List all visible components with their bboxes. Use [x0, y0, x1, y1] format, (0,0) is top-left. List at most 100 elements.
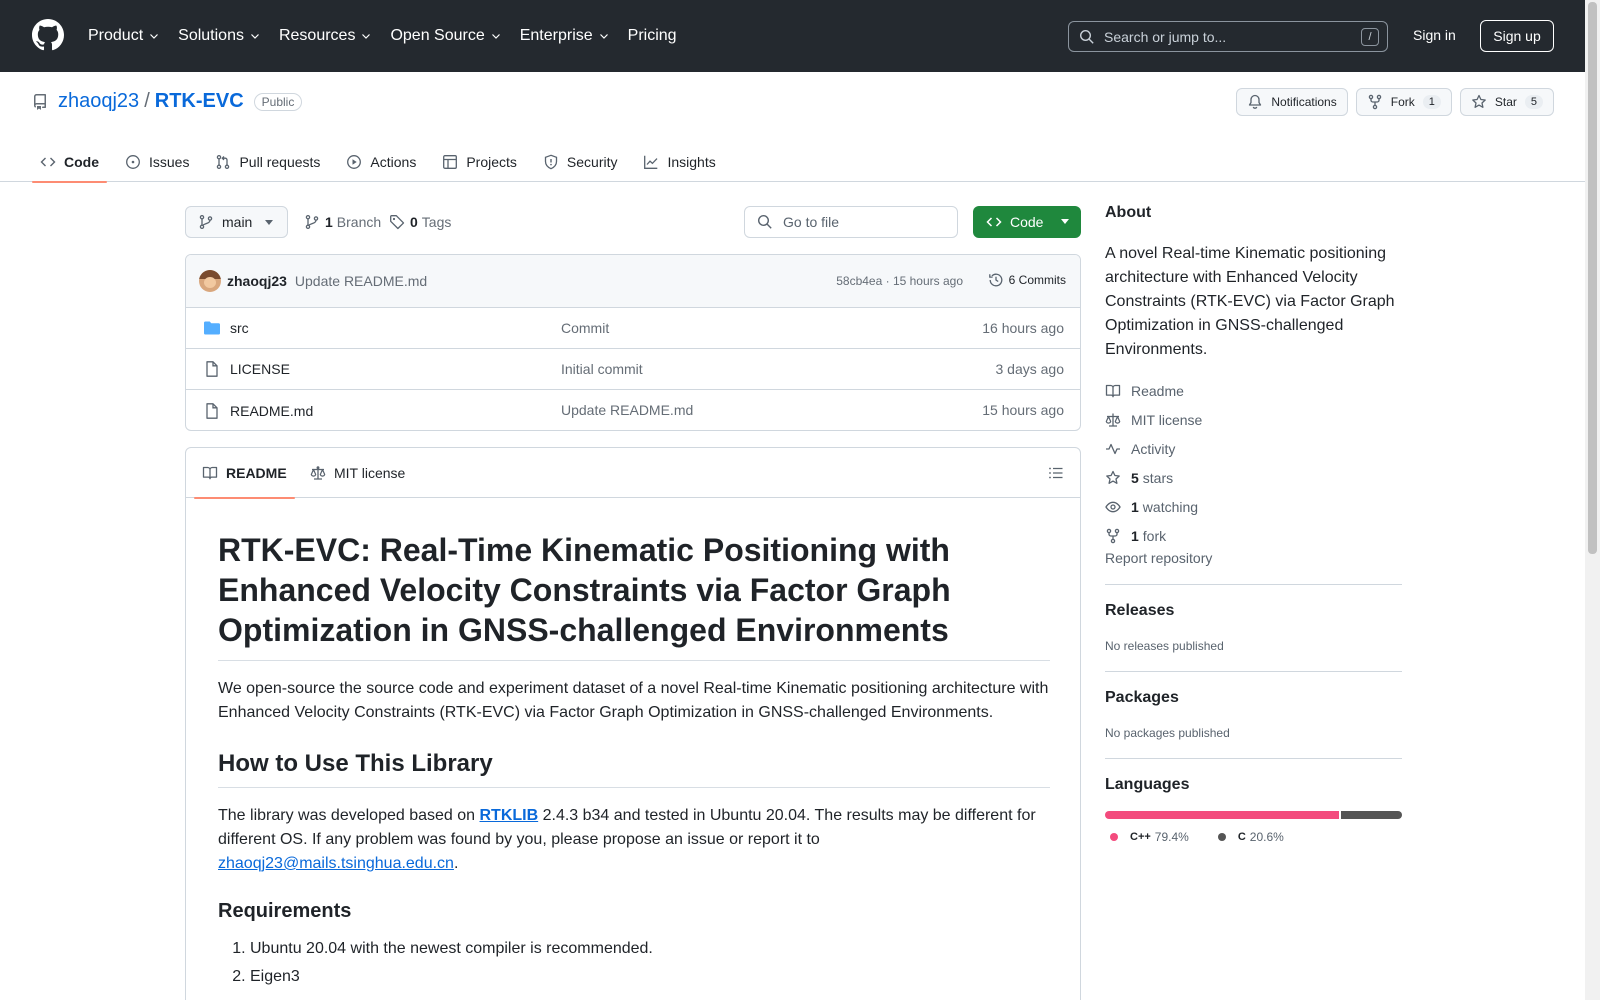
bell-icon — [1249, 94, 1262, 109]
languages-heading: Languages — [1105, 776, 1190, 793]
tab-pull-requests[interactable]: Pull requests — [207, 142, 328, 182]
language-name: C — [1237, 831, 1246, 843]
scrollbar-thumb[interactable] — [1588, 2, 1597, 554]
code-icon — [986, 217, 1002, 227]
fork-button[interactable]: Fork 1 — [1355, 88, 1452, 116]
tab-projects[interactable]: Projects — [434, 142, 525, 182]
commits-history-link[interactable]: 6 Commits — [988, 272, 1066, 288]
file-commit-message[interactable]: Initial commit — [561, 361, 643, 377]
file-name-link[interactable]: LICENSE — [230, 361, 290, 377]
file-commit-message[interactable]: Commit — [561, 320, 609, 336]
nav-solutions[interactable]: Solutions — [178, 27, 261, 45]
tab-security[interactable]: Security — [535, 142, 626, 182]
github-logo-icon[interactable] — [32, 19, 64, 51]
language-entry-cpp[interactable]: C++ 79.4% — [1105, 830, 1189, 844]
tab-license[interactable]: MIT license — [310, 448, 405, 498]
file-name-link[interactable]: README.md — [230, 403, 313, 419]
repo-owner-link[interactable]: zhaoqj23 — [58, 90, 139, 113]
pulse-icon — [1106, 443, 1120, 454]
license-link[interactable]: MIT license — [1105, 405, 1402, 434]
file-name-link[interactable]: src — [230, 320, 249, 336]
commit-meta: 58cb4ea · 15 hours ago — [836, 274, 963, 288]
nav-enterprise[interactable]: Enterprise — [520, 27, 610, 45]
language-percent: 20.6% — [1249, 830, 1284, 844]
search-icon — [757, 214, 772, 229]
tags-link[interactable]: 0 Tags — [389, 214, 451, 230]
readme-label: Readme — [1131, 382, 1184, 399]
report-repository-link[interactable]: Report repository — [1105, 550, 1212, 566]
code-dropdown-button[interactable]: Code — [973, 206, 1081, 238]
nav-resources[interactable]: Resources — [279, 27, 372, 45]
go-to-file-input[interactable]: Go to file — [744, 206, 958, 238]
search-shortcut-key: / — [1361, 28, 1379, 46]
tab-actions[interactable]: Actions — [338, 142, 424, 182]
avatar[interactable] — [199, 270, 221, 292]
branch-name: main — [222, 214, 253, 230]
releases-heading[interactable]: Releases — [1105, 602, 1174, 619]
rtklib-link[interactable]: RTKLIB — [480, 807, 539, 824]
chevron-down-icon — [150, 34, 159, 39]
law-icon — [1105, 413, 1121, 427]
star-button[interactable]: Star 5 — [1459, 88, 1554, 116]
readme-usage-paragraph: The library was developed based on RTKLI… — [218, 804, 1050, 876]
file-row[interactable]: LICENSE Initial commit 3 days ago — [186, 349, 1080, 390]
nav-product[interactable]: Product — [88, 27, 160, 45]
language-entry-c[interactable]: C 20.6% — [1213, 830, 1284, 844]
star-count: 5 — [1524, 95, 1543, 109]
graph-icon — [644, 155, 658, 169]
language-bar-segment-cpp — [1105, 811, 1340, 819]
tab-insights[interactable]: Insights — [635, 142, 723, 182]
activity-link[interactable]: Activity — [1105, 434, 1402, 463]
repo-name-link[interactable]: RTK-EVC — [155, 90, 244, 113]
language-color-dot — [1217, 833, 1226, 841]
tab-label: Projects — [466, 154, 517, 170]
readme-content: RTK-EVC: Real-Time Kinematic Positioning… — [218, 530, 1050, 993]
language-bar — [1105, 811, 1402, 819]
notifications-button[interactable]: Notifications — [1236, 88, 1348, 116]
tab-code[interactable]: Code — [32, 142, 107, 183]
file-age: 16 hours ago — [982, 320, 1064, 336]
issue-icon — [126, 155, 140, 169]
branches-link[interactable]: 1 Branch — [304, 214, 381, 230]
tab-issues[interactable]: Issues — [117, 142, 197, 182]
sign-up-button[interactable]: Sign up — [1480, 20, 1554, 52]
file-icon — [206, 361, 218, 377]
page-scrollbar[interactable] — [1585, 0, 1600, 1000]
branch-icon — [305, 214, 319, 230]
packages-heading[interactable]: Packages — [1105, 689, 1179, 706]
about-heading: About — [1105, 204, 1152, 221]
file-commit-message[interactable]: Update README.md — [561, 402, 693, 418]
book-icon — [1105, 384, 1121, 397]
stars-link[interactable]: 5 stars — [1105, 463, 1402, 492]
branch-selector[interactable]: main — [185, 206, 288, 238]
forks-count: 1 — [1131, 527, 1139, 544]
repo-tabs: Code Issues Pull requests Actions Projec… — [32, 142, 734, 183]
chevron-down-icon — [599, 34, 608, 39]
releases-empty-text: No releases published — [1105, 639, 1224, 653]
readme-heading-usage: How to Use This Library — [218, 749, 1050, 788]
email-link[interactable]: zhaoqj23@mails.tsinghua.edu.cn — [218, 855, 454, 872]
nav-pricing[interactable]: Pricing — [628, 27, 677, 45]
forks-link[interactable]: 1 fork — [1105, 521, 1402, 550]
nav-label: Enterprise — [519, 27, 593, 44]
tab-readme[interactable]: README — [194, 448, 295, 499]
about-description: A novel Real-time Kinematic positioning … — [1105, 245, 1395, 358]
tag-count: 0 — [410, 214, 418, 230]
commit-author-link[interactable]: zhaoqj23 — [227, 273, 287, 289]
readme-link[interactable]: Readme — [1105, 376, 1402, 405]
outline-button[interactable] — [1040, 457, 1072, 489]
file-row[interactable]: src Commit 16 hours ago — [186, 308, 1080, 349]
search-input[interactable]: Search or jump to... / — [1068, 21, 1388, 52]
file-row[interactable]: README.md Update README.md 15 hours ago — [186, 390, 1080, 430]
commit-message-link[interactable]: Update README.md — [295, 273, 427, 289]
eye-icon — [1105, 501, 1121, 512]
nav-label: Pricing — [627, 27, 677, 44]
readme-panel: README MIT license RTK-EVC: Real-Time Ki… — [185, 447, 1081, 1000]
sign-in-link[interactable]: Sign in — [1413, 27, 1456, 43]
book-icon — [202, 466, 218, 480]
search-placeholder: Search or jump to... — [1104, 28, 1227, 45]
readme-tabs: README MIT license — [186, 448, 1080, 499]
nav-open-source[interactable]: Open Source — [390, 27, 501, 45]
star-icon — [1106, 470, 1120, 484]
watching-link[interactable]: 1 watching — [1105, 492, 1402, 521]
